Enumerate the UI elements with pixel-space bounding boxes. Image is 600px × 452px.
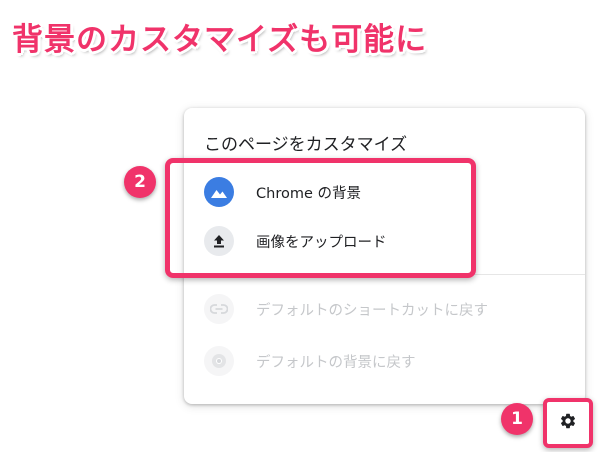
step-badge-1: 1 [501,403,533,435]
restore-shortcuts-label: デフォルトのショートカットに戻す [256,302,488,319]
restore-shortcuts-item: デフォルトのショートカットに戻す [204,292,564,326]
chrome-icon [204,346,234,376]
restore-background-label: デフォルトの背景に戻す [256,354,416,371]
gear-icon [559,412,577,434]
customize-button[interactable] [554,409,582,437]
link-icon [204,294,234,324]
restore-background-item: デフォルトの背景に戻す [204,344,564,378]
panel-title: このページをカスタマイズ [204,135,408,155]
step-badge-2: 2 [124,166,156,198]
gear-highlight-box [543,398,593,448]
headline: 背景のカスタマイズも可能に [12,22,428,58]
highlight-box [165,158,476,278]
